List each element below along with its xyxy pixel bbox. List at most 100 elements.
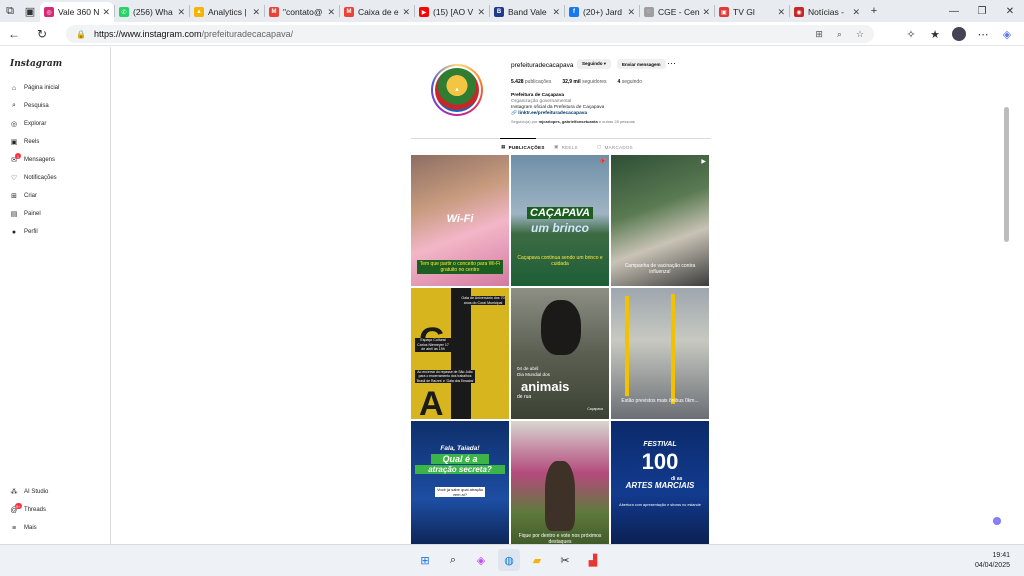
close-tab-icon[interactable]: ✕ bbox=[777, 7, 785, 18]
close-tab-icon[interactable]: ✕ bbox=[477, 7, 485, 18]
sidebar-item-profile[interactable]: ● Perfil bbox=[10, 226, 38, 238]
followers-count[interactable]: 32,9 mil seguidores bbox=[562, 79, 606, 85]
profile-picture[interactable]: ▲ bbox=[431, 64, 483, 116]
browser-tab[interactable]: ✆ (256) Wha ✕ bbox=[115, 2, 189, 22]
following-button[interactable]: Seguindo ▾ bbox=[577, 59, 612, 69]
sidebar-item-search[interactable]: ⌕ Pesquisa bbox=[10, 100, 49, 112]
close-tab-icon[interactable]: ✕ bbox=[627, 7, 635, 18]
favorites-icon[interactable]: ★ bbox=[924, 28, 946, 41]
browser-tab[interactable]: ◌ CGE - Cen ✕ bbox=[640, 2, 714, 22]
copilot-floating-icon[interactable] bbox=[993, 517, 1001, 525]
profile-options-icon[interactable]: ··· bbox=[667, 58, 676, 68]
back-icon[interactable]: ← bbox=[0, 27, 28, 41]
following-count[interactable]: 4 seguindo bbox=[618, 79, 642, 85]
post-vacinacao[interactable]: ▶ Campanha de vacinação contra influenza… bbox=[611, 155, 709, 286]
pdf-reader-icon[interactable]: ▟ bbox=[582, 549, 604, 571]
tab-favicon-icon: f bbox=[569, 7, 579, 17]
file-explorer-icon[interactable]: ▰ bbox=[526, 549, 548, 571]
windows-start-icon[interactable]: ⊞ bbox=[414, 549, 436, 571]
close-tab-icon[interactable]: ✕ bbox=[852, 7, 860, 18]
sidebar-item-reels[interactable]: ▣ Reels bbox=[10, 136, 40, 148]
sidebar-item-notifications[interactable]: ♡ Notificações bbox=[10, 172, 57, 184]
close-tab-icon[interactable]: ✕ bbox=[327, 7, 335, 18]
tab-label: Caixa de e bbox=[358, 7, 399, 17]
profile-username: prefeituradecacapava bbox=[511, 62, 574, 69]
system-clock[interactable]: 19:41 04/04/2025 bbox=[975, 551, 1010, 571]
close-window-icon[interactable]: ✕ bbox=[996, 0, 1024, 22]
sidebar-item-more[interactable]: ≡ Mais bbox=[10, 522, 37, 534]
browser-tab[interactable]: ▶ (15) [AO V ✕ bbox=[415, 2, 489, 22]
browser-tab[interactable]: M "contato@ ✕ bbox=[265, 2, 339, 22]
minimize-icon[interactable]: — bbox=[940, 0, 968, 22]
tab-label: (15) [AO V bbox=[433, 7, 474, 17]
post-cacapava-brinco[interactable]: 📌 CAÇAPAVA um brinco Caçapava continua s… bbox=[511, 155, 609, 286]
edge-browser-icon[interactable]: ◍ bbox=[498, 549, 520, 571]
zoom-icon[interactable]: ⌕ bbox=[837, 29, 842, 40]
sidebar-item-dashboard[interactable]: ▤ Painel bbox=[10, 208, 41, 220]
close-tab-icon[interactable]: ✕ bbox=[702, 7, 710, 18]
send-message-button[interactable]: Enviar mensagem bbox=[617, 59, 666, 69]
close-tab-icon[interactable]: ✕ bbox=[252, 7, 260, 18]
search-icon[interactable]: ⌕ bbox=[442, 549, 464, 571]
tab-marcados[interactable]: ▢ MARCADOS bbox=[597, 144, 633, 150]
copilot-app-icon[interactable]: ◈ bbox=[470, 549, 492, 571]
workspaces-icon[interactable]: ⧉ bbox=[0, 0, 20, 22]
url-host: https://www.instagram.com bbox=[93, 29, 202, 39]
browser-tab[interactable]: ◎ Vale 360 N ✕ bbox=[40, 2, 114, 22]
close-tab-icon[interactable]: ✕ bbox=[402, 7, 410, 18]
app-available-icon[interactable]: ⊞ bbox=[815, 29, 823, 40]
close-tab-icon[interactable]: ✕ bbox=[552, 7, 560, 18]
post-onibus[interactable]: Estão previstos mais ônibus 0km... bbox=[611, 288, 709, 419]
page-scrollbar[interactable] bbox=[1004, 107, 1009, 242]
new-tab-button[interactable]: + bbox=[864, 0, 884, 22]
tab-label: Vale 360 N bbox=[58, 7, 100, 17]
tab-publicacoes[interactable]: ▦ PUBLICAÇÕES bbox=[501, 144, 545, 150]
tab-label: CGE - Cen bbox=[658, 7, 700, 17]
post-atracao-secreta[interactable]: Fala, Taiada! Qual é a atração secreta? … bbox=[411, 421, 509, 552]
browser-tab[interactable]: M Caixa de e ✕ bbox=[340, 2, 414, 22]
browser-tab[interactable]: B Band Vale ✕ bbox=[490, 2, 564, 22]
more-options-icon[interactable]: ⋯ bbox=[972, 28, 994, 41]
profile-avatar[interactable] bbox=[948, 27, 970, 41]
copilot-icon[interactable]: ◈ bbox=[996, 28, 1018, 41]
address-bar[interactable]: 🔒 https://www.instagram.com/prefeiturade… bbox=[66, 25, 874, 43]
refresh-icon[interactable]: ↻ bbox=[28, 27, 56, 41]
tab-label: (256) Wha bbox=[133, 7, 173, 17]
close-tab-icon[interactable]: ✕ bbox=[177, 7, 185, 18]
browser-tab[interactable]: f (20+) Jard ✕ bbox=[565, 2, 639, 22]
site-info-icon[interactable]: 🔒 bbox=[76, 30, 86, 39]
restore-icon[interactable]: ❐ bbox=[968, 0, 996, 22]
browser-tab[interactable]: ▣ TV Gl ✕ bbox=[715, 2, 789, 22]
tab-label: TV Gl bbox=[733, 7, 755, 17]
tab-label: Notícias - bbox=[808, 7, 844, 17]
browser-tab-strip: ⧉ ▣ ◎ Vale 360 N ✕ ✆ (256) Wha ✕ ▲ Analytics | ✕… bbox=[0, 0, 1024, 22]
post-primavera[interactable]: Fique por dentro e vote nos próximos des… bbox=[511, 421, 609, 552]
tab-actions-icon[interactable]: ▣ bbox=[20, 0, 40, 22]
sidebar-item-messages[interactable]: ✉ 1 Mensagens bbox=[10, 153, 55, 166]
capcut-icon[interactable]: ✂ bbox=[554, 549, 576, 571]
sidebar-item-ai-studio[interactable]: ⁂ AI Studio bbox=[10, 486, 49, 498]
post-gala-coral[interactable]: G A L A Gala de Aniversário dos 70 anos … bbox=[411, 288, 509, 419]
sidebar-item-threads[interactable]: @9+ Threads bbox=[10, 503, 46, 516]
sidebar-item-home[interactable]: ⌂ Página inicial bbox=[10, 82, 59, 94]
sidebar-item-explore[interactable]: ◎ Explorar bbox=[10, 118, 46, 130]
post-festival-artes-marciais[interactable]: FESTIVAL 100 di as ARTES MARCIAIS Abertu… bbox=[611, 421, 709, 552]
favorite-star-icon[interactable]: ☆ bbox=[856, 29, 864, 40]
browser-tab[interactable]: ◉ Notícias - ✕ bbox=[790, 2, 864, 22]
followed-by[interactable]: Seguido(a) por mjcarlopes, gabrielfonset… bbox=[511, 119, 635, 124]
instagram-logo[interactable]: Instagram bbox=[10, 59, 62, 69]
tab-reels[interactable]: ▣ REELS bbox=[554, 144, 578, 150]
sidebar-item-label: Página inicial bbox=[24, 85, 60, 91]
sidebar-item-create[interactable]: ⊞ Criar bbox=[10, 190, 37, 202]
sidebar-item-label: Criar bbox=[24, 193, 37, 199]
browser-tab[interactable]: ▲ Analytics | ✕ bbox=[190, 2, 264, 22]
clock-date: 04/04/2025 bbox=[974, 562, 1010, 569]
bio-link[interactable]: 🔗 linktr.ee/prefeituradecacapava bbox=[511, 111, 604, 117]
extensions-icon[interactable]: ✧ bbox=[900, 28, 922, 41]
close-tab-icon[interactable]: ✕ bbox=[102, 7, 110, 18]
tab-favicon-icon: ✆ bbox=[119, 7, 129, 17]
post-wifi[interactable]: Wi-Fi Tem que partir o conceito para Wi-… bbox=[411, 155, 509, 286]
post-animais-de-rua[interactable]: 04 de abril Dia Mundial dos animais de r… bbox=[511, 288, 609, 419]
sidebar-item-label: Painel bbox=[24, 211, 41, 217]
profile-stats: 5.428 publicações 32,9 mil seguidores 4 … bbox=[511, 79, 642, 85]
